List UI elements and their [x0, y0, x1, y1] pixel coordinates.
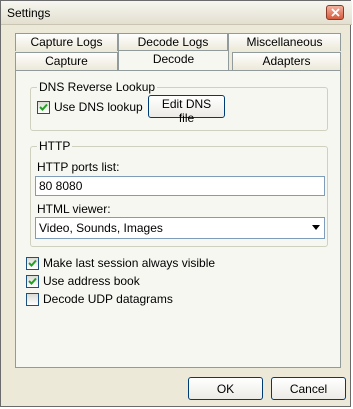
http-ports-input[interactable]: 80 8080 [35, 176, 325, 196]
cancel-button[interactable]: Cancel [271, 377, 346, 400]
dns-group-label: DNS Reverse Lookup [37, 80, 158, 94]
decode-panel: DNS Reverse Lookup Use DNS lookup Edit D… [15, 70, 341, 368]
html-viewer-label: HTML viewer: [37, 202, 111, 216]
make-last-session-visible-checkbox[interactable] [26, 257, 39, 270]
settings-window: Settings Capture Logs Decode Logs Miscel… [0, 0, 352, 407]
decode-udp-label: Decode UDP datagrams [43, 292, 173, 306]
http-group: HTTP HTTP ports list: 80 8080 HTML viewe… [30, 139, 328, 247]
checkmark-icon [28, 259, 37, 267]
close-icon [331, 8, 340, 17]
use-address-book-checkbox[interactable] [26, 275, 39, 288]
tab-miscellaneous[interactable]: Miscellaneous [228, 33, 341, 51]
use-dns-checkbox[interactable] [37, 101, 50, 114]
edit-dns-button[interactable]: Edit DNS file [148, 95, 225, 125]
ok-button[interactable]: OK [188, 377, 263, 400]
window-title: Settings [7, 6, 51, 20]
chevron-down-icon [312, 225, 320, 230]
title-bar[interactable]: Settings [1, 1, 352, 25]
use-address-book-label: Use address book [43, 274, 140, 288]
html-viewer-value: Video, Sounds, Images [39, 221, 163, 235]
tab-capture[interactable]: Capture [15, 52, 118, 70]
tab-decode[interactable]: Decode [118, 50, 229, 70]
use-dns-label: Use DNS lookup [54, 100, 143, 114]
decode-udp-checkbox[interactable] [26, 293, 39, 306]
dns-group: DNS Reverse Lookup Use DNS lookup Edit D… [30, 80, 328, 131]
tab-capture-logs[interactable]: Capture Logs [15, 33, 118, 51]
tab-adapters[interactable]: Adapters [232, 52, 341, 70]
close-button[interactable] [326, 5, 344, 20]
tab-decode-logs[interactable]: Decode Logs [118, 33, 228, 51]
checkmark-icon [28, 277, 37, 285]
checkmark-icon [39, 103, 48, 111]
http-group-label: HTTP [37, 139, 73, 153]
make-last-session-visible-label: Make last session always visible [43, 256, 216, 270]
html-viewer-select[interactable]: Video, Sounds, Images [35, 217, 325, 239]
http-ports-label: HTTP ports list: [37, 160, 120, 174]
